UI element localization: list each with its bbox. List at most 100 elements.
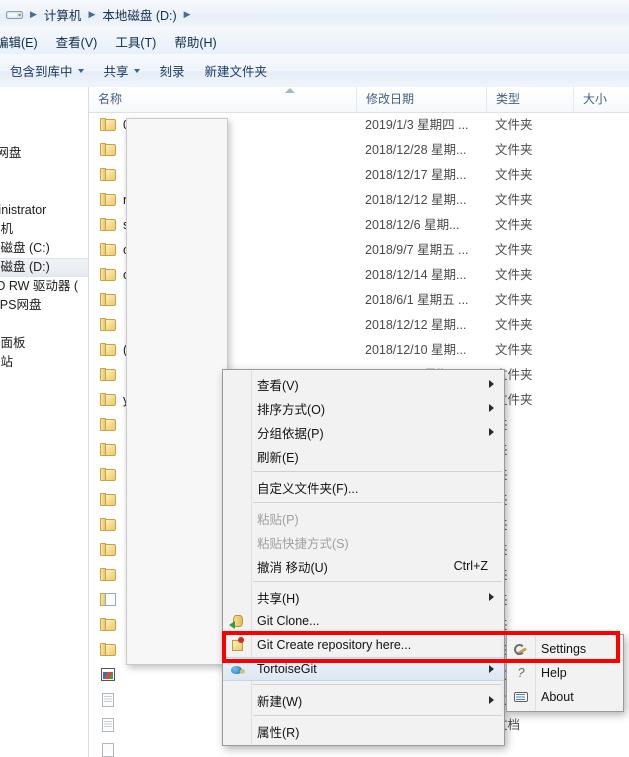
context-menu-item-label: 自定义文件夹(F)... <box>257 481 359 496</box>
context-menu-item-shortcut: Ctrl+Z <box>453 559 488 573</box>
cmd-include-in-library[interactable]: 包含到库中 <box>0 58 94 83</box>
column-header-name[interactable]: 名称 <box>89 87 356 112</box>
column-header-date-modified[interactable]: 修改日期 <box>356 87 486 112</box>
breadcrumb-separator-1: ▶ <box>88 8 96 19</box>
context-menu-item-label: Git Create repository here... <box>257 638 412 652</box>
drive-icon <box>6 8 23 21</box>
sidebar-item-label: 地磁盘 (C:) <box>0 241 50 255</box>
sidebar-item[interactable]: ministrator <box>0 201 88 220</box>
context-menu-item-label: 粘贴(P) <box>257 512 299 527</box>
tortoisegit-submenu: Settings? Help About <box>506 634 624 712</box>
tortoisegit-icon <box>229 662 245 678</box>
sidebar-item[interactable] <box>0 125 88 144</box>
cmd-include-in-library-label: 包含到库中 <box>10 65 73 79</box>
context-menu-item[interactable]: 自定义文件夹(F)... <box>223 475 504 499</box>
file-type-cell: 文件夹 <box>495 268 533 282</box>
navigation-pane: 夹 S网盘 ministrator 算机地磁盘 (C:) 地磁盘 (D:) VD RW 驱… <box>0 87 89 757</box>
file-date-cell: 2018/12/6 星期... <box>365 218 460 232</box>
chevron-right-icon <box>489 428 494 436</box>
menu-help[interactable]: 帮助(H) <box>165 30 225 53</box>
cmd-share[interactable]: 共享 <box>94 58 150 83</box>
file-date-cell: 2018/9/7 星期五 ... <box>365 243 469 257</box>
chevron-right-icon <box>489 404 494 412</box>
sidebar-item-label: WPS网盘 <box>0 298 42 312</box>
file-date-cell: 2018/12/14 星期... <box>365 268 467 282</box>
explorer-window: ▶ 计算机 ▶ 本地磁盘 (D:) ▶ 编辑(E) 查看(V) 工具(T) 帮助… <box>0 0 629 757</box>
menu-tools[interactable]: 工具(T) <box>106 30 165 53</box>
sidebar-item[interactable]: 收站 <box>0 353 88 372</box>
context-menu-item-label: 分组依据(P) <box>257 426 324 441</box>
menu-view[interactable]: 查看(V) <box>47 30 107 53</box>
context-menu-item[interactable]: Git Clone... <box>223 609 504 633</box>
sidebar-item-label: ministrator <box>0 203 47 217</box>
submenu-item[interactable]: Settings <box>507 637 623 661</box>
sidebar-item[interactable]: 算机 <box>0 220 88 239</box>
sidebar-item[interactable] <box>0 182 88 201</box>
sidebar-item[interactable]: VD RW 驱动器 ( <box>0 277 88 296</box>
context-menu-item-label: 属性(R) <box>257 725 300 740</box>
breadcrumb-local-disk-d[interactable]: 本地磁盘 (D:) <box>99 4 179 25</box>
context-menu-item[interactable]: 分组依据(P) <box>223 420 504 444</box>
context-menu-item-label: 共享(H) <box>257 591 300 606</box>
menu-separator <box>253 715 502 716</box>
context-menu-item: 粘贴(P) <box>223 506 504 530</box>
cmd-new-folder[interactable]: 新建文件夹 <box>195 58 278 83</box>
sidebar-item-label: 制面板 <box>0 336 26 350</box>
breadcrumb-separator-2[interactable]: ▶ <box>182 9 193 20</box>
context-menu-item[interactable]: TortoiseGit <box>223 657 504 681</box>
context-menu: 查看(V) 排序方式(O) 分组依据(P) 刷新(E) 自定义文件夹(F)... 粘贴(P… <box>222 369 505 746</box>
context-menu-item[interactable]: Git Create repository here... <box>223 633 504 657</box>
sidebar-item[interactable]: 络 <box>0 315 88 334</box>
context-menu-item[interactable]: 共享(H) <box>223 585 504 609</box>
file-date-cell: 2018/6/1 星期五 ... <box>365 293 469 307</box>
context-menu-item-label: 撤消 移动(U) <box>257 560 328 575</box>
cmd-burn[interactable]: 刻录 <box>150 58 195 83</box>
menu-edit[interactable]: 编辑(E) <box>0 30 47 53</box>
file-type-cell: 文件夹 <box>495 318 533 332</box>
file-type-cell: 文件夹 <box>495 118 533 132</box>
sidebar-item-label: S网盘 <box>0 146 22 160</box>
sidebar-item[interactable]: WPS网盘 <box>0 296 88 315</box>
context-menu-item[interactable]: 撤消 移动(U) Ctrl+Z <box>223 554 504 578</box>
submenu-item[interactable]: ? Help <box>507 661 623 685</box>
menu-separator <box>253 502 502 503</box>
context-menu-item[interactable]: 新建(W) <box>223 688 504 712</box>
column-header-type[interactable]: 类型 <box>486 87 573 112</box>
sort-ascending-icon <box>285 88 295 93</box>
sidebar-item[interactable] <box>0 163 88 182</box>
address-bar[interactable]: ▶ 计算机 ▶ 本地磁盘 (D:) ▶ <box>0 0 629 29</box>
git-create-repo-icon <box>229 637 245 653</box>
context-menu-item[interactable]: 刷新(E) <box>223 444 504 468</box>
sidebar-item[interactable] <box>0 106 88 125</box>
submenu-item[interactable]: About <box>507 685 623 709</box>
sidebar-item-label: 夹 <box>0 89 1 103</box>
file-type-cell: 文件夹 <box>495 168 533 182</box>
sidebar-item-label: 络 <box>0 317 1 331</box>
file-date-cell: 2019/1/3 星期四 ... <box>365 118 469 132</box>
chevron-right-icon <box>489 380 494 388</box>
sidebar-item[interactable]: 地磁盘 (C:) <box>0 239 88 258</box>
sidebar-item[interactable]: 制面板 <box>0 334 88 353</box>
column-header-row: 名称 修改日期 类型 大小 <box>89 87 629 113</box>
breadcrumb-separator-0: ▶ <box>30 8 37 19</box>
context-menu-item[interactable]: 查看(V) <box>223 372 504 396</box>
menu-separator <box>253 581 502 582</box>
sidebar-item[interactable]: S网盘 <box>0 144 88 163</box>
context-menu-item-label: 刷新(E) <box>257 450 299 465</box>
file-date-cell: 2018/12/28 星期... <box>365 143 467 157</box>
breadcrumb-computer[interactable]: 计算机 <box>41 4 85 25</box>
column-header-size[interactable]: 大小 <box>573 87 629 112</box>
context-menu-item[interactable]: 属性(R) <box>223 719 504 743</box>
sidebar-item[interactable]: 夹 <box>0 87 88 106</box>
context-menu-item-label: Git Clone... <box>257 614 320 628</box>
file-date-cell: 2018/12/17 星期... <box>365 168 467 182</box>
help-icon: ? <box>517 665 525 680</box>
chevron-right-icon <box>489 665 494 673</box>
chevron-right-icon <box>489 696 494 704</box>
sidebar-item-selected[interactable]: 地磁盘 (D:) <box>0 258 88 277</box>
sidebar-item-label: 算机 <box>0 222 14 236</box>
context-menu-item-label: 粘贴快捷方式(S) <box>257 536 349 551</box>
file-type-cell: 文件夹 <box>495 143 533 157</box>
context-menu-item[interactable]: 排序方式(O) <box>223 396 504 420</box>
chevron-down-icon <box>77 68 84 73</box>
